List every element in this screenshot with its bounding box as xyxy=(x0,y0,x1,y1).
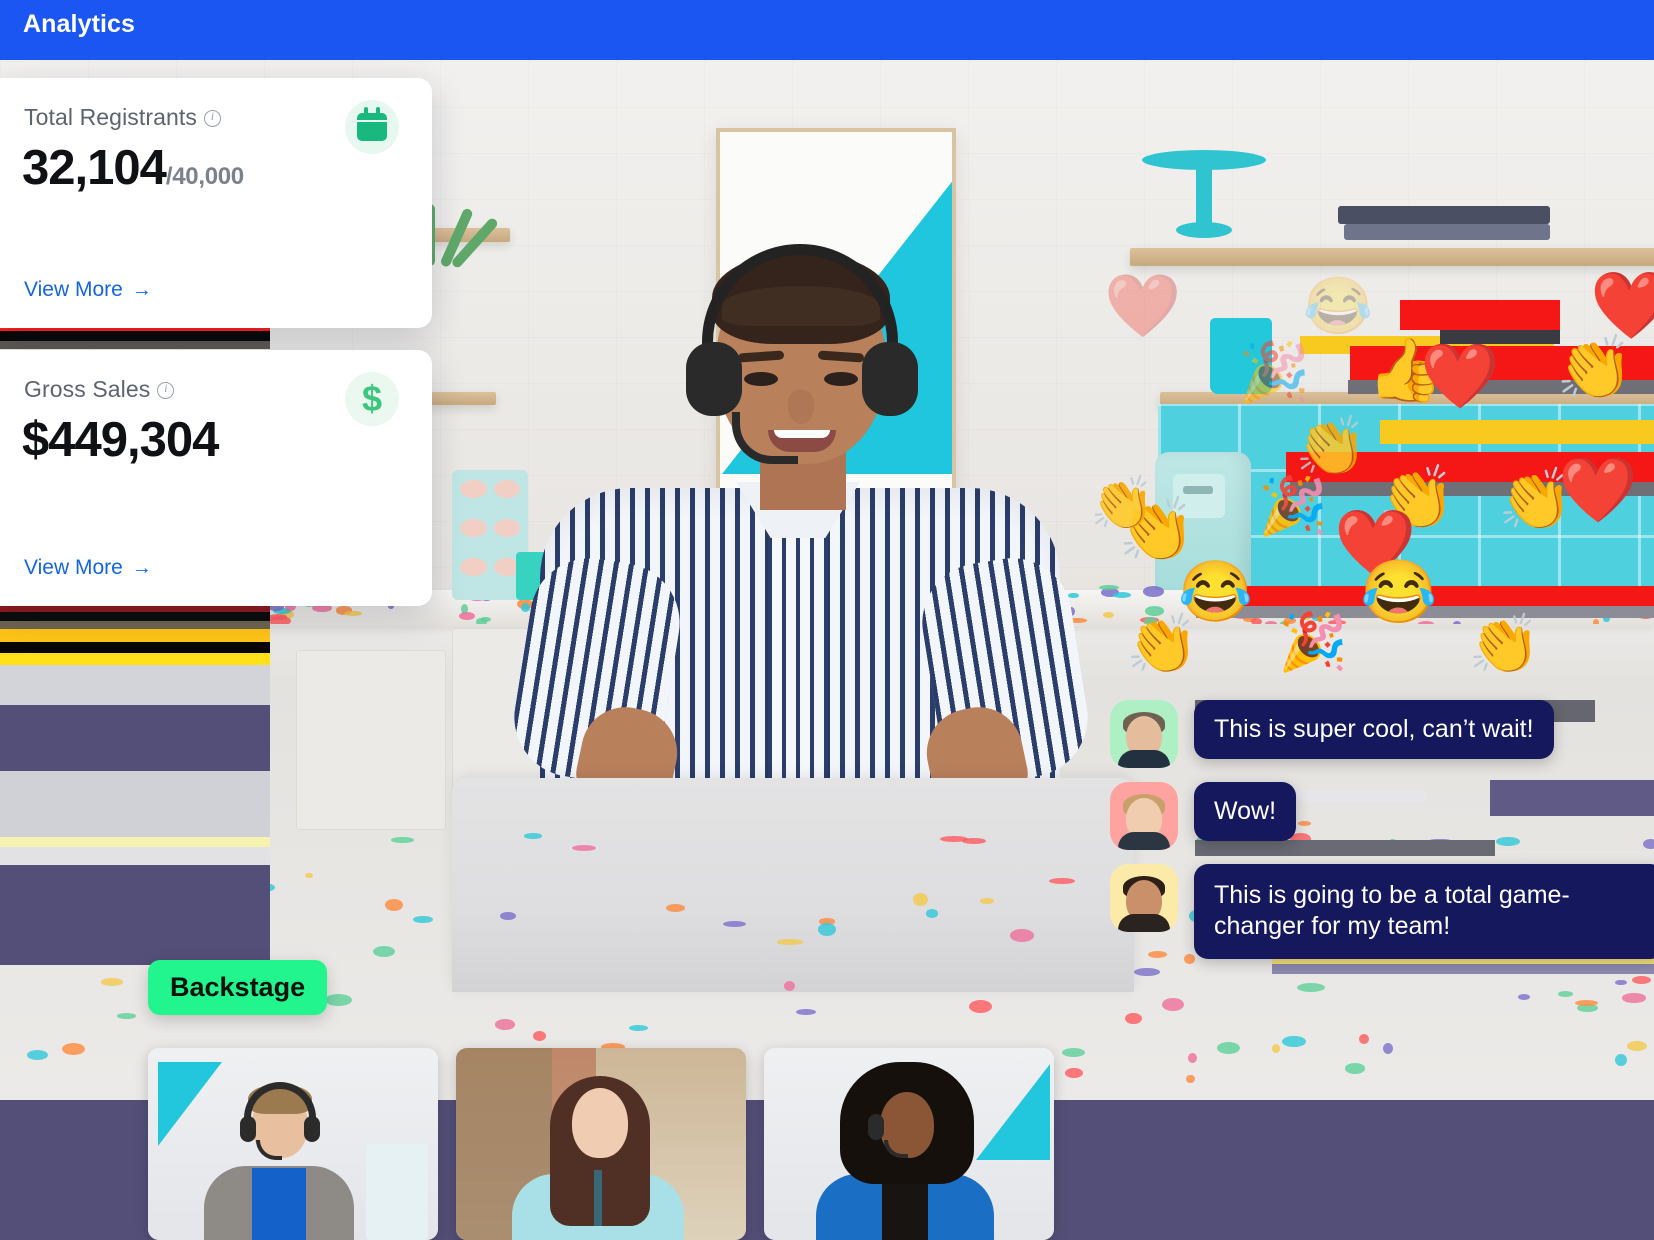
chat-bubble: This is super cool, can’t wait! xyxy=(1194,700,1554,759)
right-shelf-upper xyxy=(1130,248,1654,266)
view-more-sales-link[interactable]: View More → xyxy=(24,556,152,580)
cabinet-left xyxy=(296,650,446,830)
screen-tear-band xyxy=(1400,300,1560,330)
participant-thumb-1[interactable] xyxy=(148,1048,438,1240)
book-decor-2 xyxy=(1344,224,1550,240)
avatar[interactable] xyxy=(1110,782,1178,850)
reaction-emoji: 👏 xyxy=(1295,418,1367,476)
cake-stand-decor xyxy=(1142,150,1266,246)
app-window: ❤️ 😂 🎉 👍 ❤️ 👏 ❤️ 👏 🎉 👏 👏 ❤️ 👏 ❤️ 😂 😂 👏 🎉 👏 👏 Analytics Tota… xyxy=(0,0,1654,1240)
chat-message: This is super cool, can’t wait! xyxy=(1110,700,1654,768)
reaction-emoji: 🎉 xyxy=(1258,478,1328,534)
screen-tear-band xyxy=(0,705,270,771)
info-icon[interactable] xyxy=(204,110,221,127)
chat-message: Wow! xyxy=(1110,782,1654,850)
reaction-emoji: 😂 xyxy=(1303,278,1373,334)
arrow-right-icon: → xyxy=(132,279,152,302)
view-more-label: View More xyxy=(24,278,123,301)
screen-tear-band xyxy=(0,642,270,653)
registrants-target: /40,000 xyxy=(166,163,244,190)
chat-panel: This is super cool, can’t wait! Wow! Thi… xyxy=(1110,700,1654,973)
card-label: Gross Sales xyxy=(24,376,174,403)
screen-tear-band xyxy=(0,605,270,612)
backstage-button[interactable]: Backstage xyxy=(148,960,327,1015)
reaction-emoji: 👏 xyxy=(1468,616,1540,674)
participant-thumb-3[interactable] xyxy=(764,1048,1054,1240)
view-more-label: View More xyxy=(24,556,123,579)
gross-sales-amount: $449,304 xyxy=(22,413,218,467)
screen-tear-band xyxy=(0,341,270,349)
card-total-registrants[interactable]: Total Registrants 32,104/40,000 View Mor… xyxy=(0,78,432,328)
screen-tear-band xyxy=(0,847,270,865)
reaction-emoji: ❤️ xyxy=(1558,458,1638,522)
view-more-registrants-link[interactable]: View More → xyxy=(24,278,152,302)
reaction-emoji: 👏 xyxy=(1556,338,1633,400)
book-stack-decor xyxy=(1338,206,1550,224)
info-icon[interactable] xyxy=(157,382,174,399)
reaction-emoji: 🎉 xyxy=(1278,614,1348,670)
reaction-emoji: ❤️ xyxy=(1590,272,1654,338)
calendar-badge xyxy=(345,100,399,154)
card-label-text: Gross Sales xyxy=(24,376,150,402)
laptop-lid xyxy=(452,778,1134,992)
avatar[interactable] xyxy=(1110,700,1178,768)
screen-tear-band xyxy=(0,629,270,642)
participant-thumbnail-strip xyxy=(148,1048,1054,1240)
analytics-header-bar: Analytics xyxy=(0,0,1654,60)
chat-message: This is going to be a total game-changer… xyxy=(1110,864,1654,959)
screen-tear-band xyxy=(0,665,270,705)
dollar-badge: $ xyxy=(345,372,399,426)
registrants-count: 32,104 xyxy=(22,141,166,195)
dollar-icon: $ xyxy=(362,381,382,417)
reaction-emoji: 👏 xyxy=(1090,478,1155,530)
reaction-emoji: 👏 xyxy=(1126,616,1198,674)
page-title: Analytics xyxy=(23,10,135,39)
calendar-icon xyxy=(357,113,387,141)
headset-band xyxy=(702,244,898,362)
screen-tear-band xyxy=(0,865,270,965)
screen-tear-band xyxy=(0,621,270,629)
participant-thumb-2[interactable] xyxy=(456,1048,746,1240)
presenter-figure xyxy=(520,230,1080,790)
screen-tear-band xyxy=(0,771,270,837)
chat-bubble: This is going to be a total game-changer… xyxy=(1194,864,1654,959)
reaction-emoji: 😂 xyxy=(1360,562,1437,624)
card-label: Total Registrants xyxy=(24,104,221,131)
screen-tear-band xyxy=(1380,420,1654,444)
chat-bubble: Wow! xyxy=(1194,782,1296,841)
screen-tear-band xyxy=(0,653,270,665)
arrow-right-icon: → xyxy=(132,557,152,580)
card-label-text: Total Registrants xyxy=(24,104,197,130)
card-gross-sales[interactable]: Gross Sales $ $449,304 View More → xyxy=(0,350,432,606)
screen-tear-band xyxy=(0,837,270,847)
screen-tear-band xyxy=(0,612,270,621)
reaction-emoji: ❤️ xyxy=(1420,344,1500,408)
card-value: $449,304 xyxy=(22,412,218,468)
reaction-emoji: ❤️ xyxy=(1104,276,1181,338)
reaction-emoji: 🎉 xyxy=(1238,344,1310,402)
screen-tear-band xyxy=(0,331,270,341)
card-value: 32,104/40,000 xyxy=(22,140,244,196)
avatar[interactable] xyxy=(1110,864,1178,932)
